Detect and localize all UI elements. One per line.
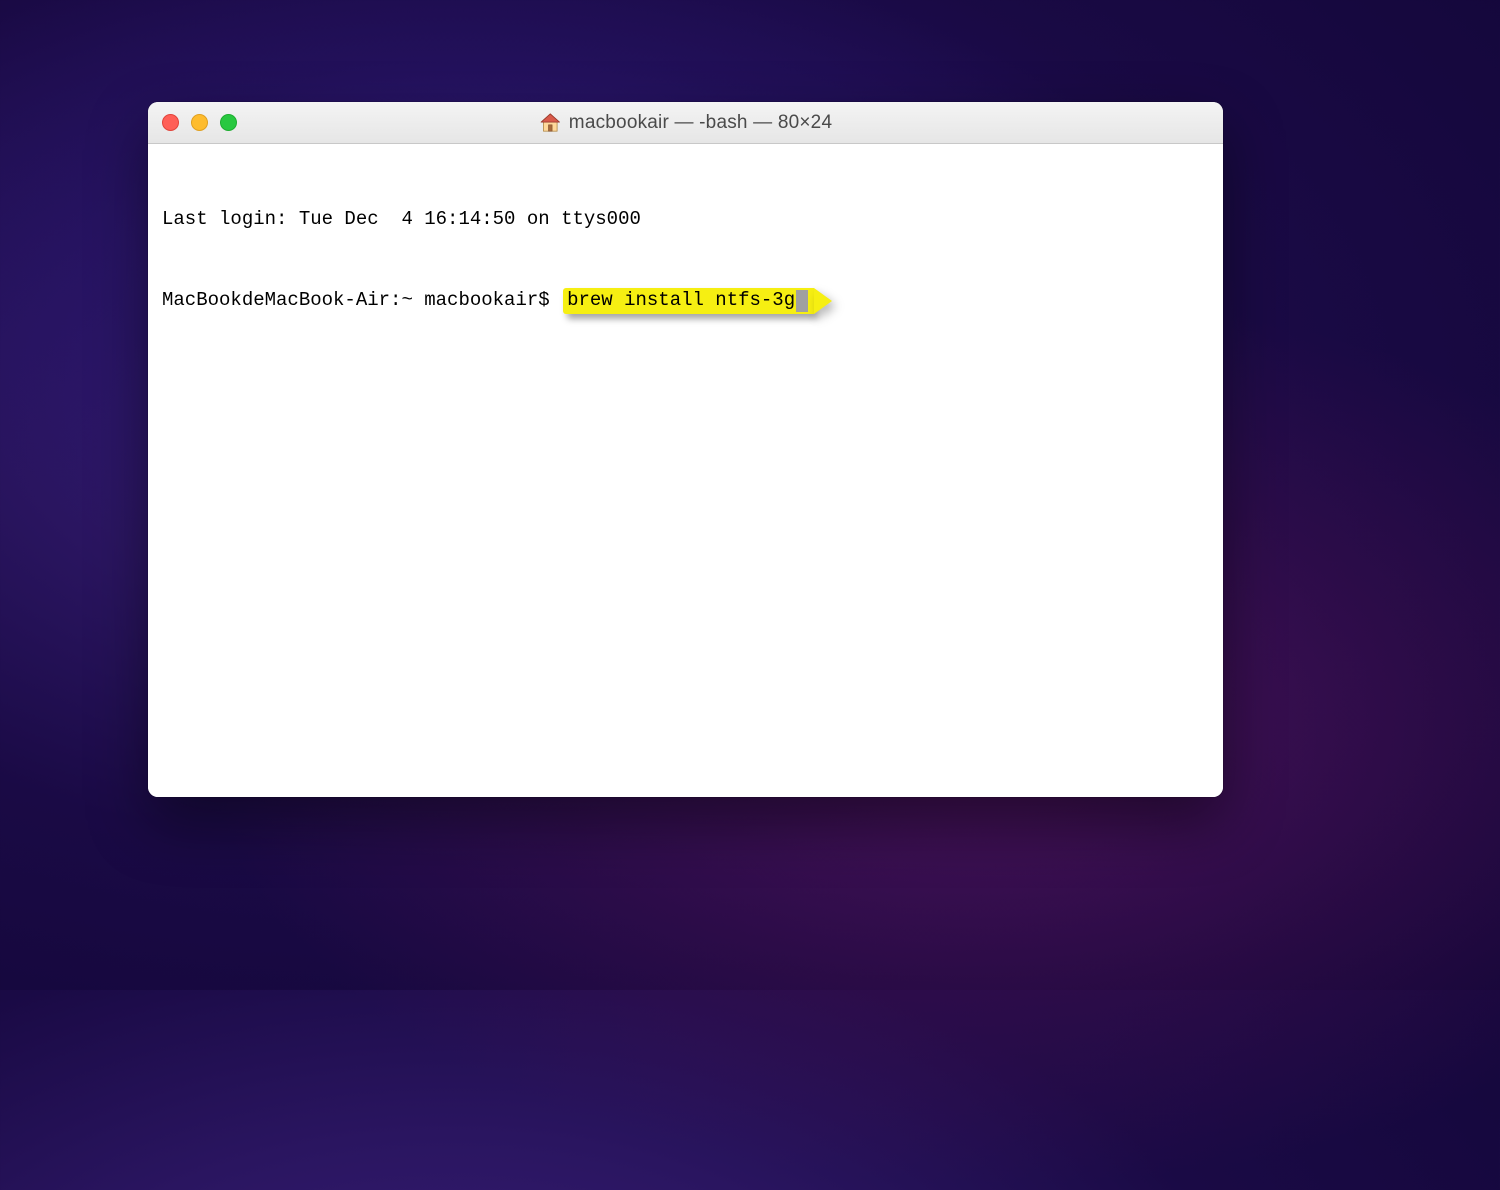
- shell-prompt: MacBookdeMacBook-Air:~ macbookair$: [162, 287, 561, 314]
- cursor: [796, 290, 808, 312]
- window-title-text: macbookair — -bash — 80×24: [569, 112, 832, 134]
- zoom-button[interactable]: [220, 114, 237, 131]
- prompt-line: MacBookdeMacBook-Air:~ macbookair$ brew …: [162, 287, 1209, 314]
- close-button[interactable]: [162, 114, 179, 131]
- command-highlight: brew install ntfs-3g: [563, 288, 814, 314]
- window-title: macbookair — -bash — 80×24: [539, 112, 832, 134]
- command-text: brew install ntfs-3g: [567, 287, 795, 314]
- last-login-line: Last login: Tue Dec 4 16:14:50 on ttys00…: [162, 206, 1209, 233]
- traffic-lights: [162, 114, 237, 131]
- terminal-window: macbookair — -bash — 80×24 Last login: T…: [148, 102, 1223, 797]
- terminal-body[interactable]: Last login: Tue Dec 4 16:14:50 on ttys00…: [148, 144, 1223, 797]
- minimize-button[interactable]: [191, 114, 208, 131]
- titlebar[interactable]: macbookair — -bash — 80×24: [148, 102, 1223, 144]
- home-icon: [539, 113, 561, 133]
